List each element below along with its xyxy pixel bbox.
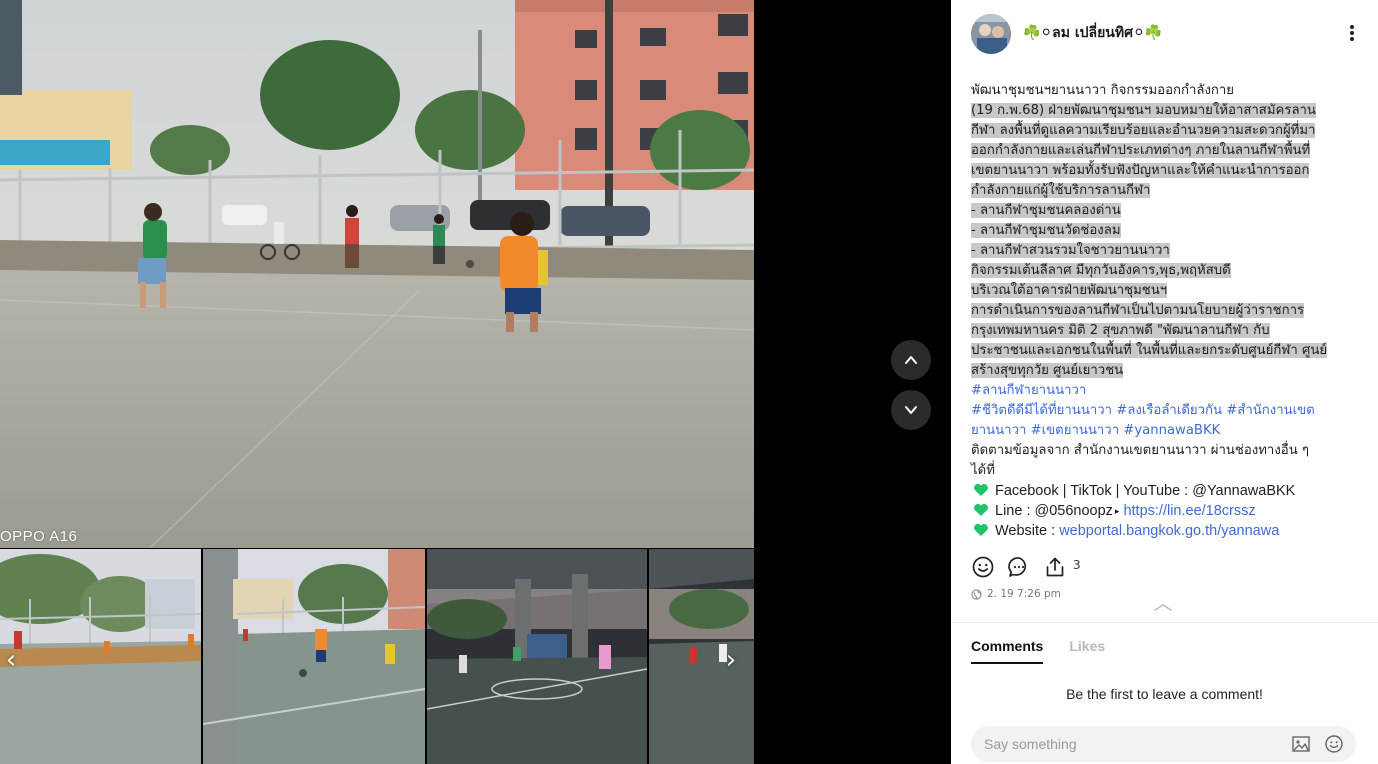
comment-tabs: Comments Likes [971,638,1131,664]
emoji-icon[interactable] [1324,734,1344,754]
website-link[interactable]: webportal.bangkok.go.th/yannawa [1059,523,1279,539]
post-timestamp: 2. 19 7:26 pm [971,588,1061,600]
post-text: พัฒนาชุมชนฯยานนาวา กิจกรรมออกกำลังกาย (1… [971,81,1356,541]
line-contact: Line : @056noopz [995,503,1113,519]
thumbnail-prev-arrow[interactable]: ‹ [0,645,22,675]
comment-composer [971,726,1356,762]
collapse-caret-icon[interactable] [1153,602,1173,612]
post-line: - ลานกีฬาสวนรวมใจชาวยานนาวา [971,243,1170,258]
chevron-up-icon [905,356,917,364]
post-line: การดำเนินการของลานกีฬาเป็นไปตามนโยบายผู้… [971,303,1305,318]
hashtag-link[interactable]: #ชีวิตดีดีมีได้ที่ยานนาวา [971,403,1112,418]
main-photo[interactable]: OPPO A16 [0,0,754,548]
post-line: ประชาชนและเอกชนในพื้นที่ ในพื้นที่และยกร… [971,343,1328,358]
hashtag-link[interactable]: #ลงเรือลำเดียวกัน [1116,403,1222,418]
green-heart-icon [974,484,988,496]
photo-viewer: OPPO A16 ‹ › [0,0,951,764]
share-count: 3 [1073,558,1081,572]
more-dot-icon [1350,25,1354,29]
comment-input[interactable] [971,726,1281,762]
react-emoji-icon[interactable] [971,555,995,579]
image-upload-icon[interactable] [1291,734,1311,754]
post-line: กำลังกายแก่ผู้ใช้บริการลานกีฬา [971,183,1151,198]
avatar[interactable] [971,14,1011,54]
thumbnail-next-arrow[interactable]: › [720,645,742,675]
hashtag-link[interactable]: ยานนาวา [971,423,1026,438]
follow-text: ได้ที่ [971,463,995,478]
post-line: (19 ก.พ.68) ฝ่ายพัฒนาชุมชนฯ มอบหมายให้อา… [971,103,1316,118]
empty-comments-message: Be the first to leave a comment! [1066,686,1263,702]
hashtag-link[interactable]: #สำนักงานเขต [1226,403,1314,418]
social-contacts: Facebook | TikTok | YouTube : @YannawaBK… [995,483,1296,499]
post-line: กิจกรรมเต้นลีลาศ มีทุกวันอังคาร,พุธ,พฤหั… [971,263,1231,278]
more-options-button[interactable] [1344,22,1360,44]
comment-icon[interactable] [1007,555,1031,579]
post-line: สร้างสุขทุกวัย ศูนย์เยาวชน [971,363,1124,378]
green-heart-icon [974,524,988,536]
post-line: - ลานกีฬาชุมชนคลองด่าน [971,203,1121,218]
line-link[interactable]: https://lin.ee/18crssz [1123,503,1255,519]
previous-post-button[interactable] [891,340,931,380]
post-line: กีฬา ลงพื้นที่ดูแลความเรียบร้อยและอำนวยค… [971,123,1316,138]
post-panel: ☘️⚪ลม เปลี่ยนทิศ⚪☘️ พัฒนาชุมชนฯยานนาวา ก… [951,0,1378,764]
post-line: เขตยานนาวา พร้อมทั้งรับฟังปัญหาและให้คำแ… [971,163,1310,178]
next-post-button[interactable] [891,390,931,430]
thumbnail-3[interactable] [427,549,647,764]
hashtag-link[interactable]: #yannawaBKK [1123,423,1220,438]
hashtag-link[interactable]: #เขตยานนาวา [1031,423,1120,438]
author-name[interactable]: ☘️⚪ลม เปลี่ยนทิศ⚪☘️ [1023,22,1162,44]
post-line: กรุงเทพมหานคร มิติ 2 สุขภาพดี "พัฒนาลานก… [971,323,1270,338]
green-heart-icon [974,504,988,516]
thumbnail-1[interactable] [0,549,201,764]
post-header: ☘️⚪ลม เปลี่ยนทิศ⚪☘️ [951,0,1378,66]
post-title: พัฒนาชุมชนฯยานนาวา กิจกรรมออกกำลังกาย [971,83,1235,98]
hashtag-link[interactable]: #ลานกีฬายานนาวา [971,383,1086,398]
caret-right-icon: ▸ [1114,506,1120,516]
camera-watermark: OPPO A16 [0,528,78,545]
thumbnail-strip [0,549,754,764]
post-line: บริเวณใต้อาคารฝ่ายพัฒนาชุมชนฯ [971,283,1168,298]
section-divider [951,622,1378,623]
website-label: Website : [995,523,1060,539]
thumbnail-2[interactable] [203,549,425,764]
more-dot-icon [1350,37,1354,41]
follow-text: ติดตามข้อมูลจาก สำนักงานเขตยานนาวา ผ่านช… [971,443,1309,458]
timestamp-text: 2. 19 7:26 pm [987,588,1061,600]
more-dot-icon [1350,31,1354,35]
globe-icon [971,588,982,600]
post-actions: 3 [971,555,1081,579]
post-line: ออกกำลังกายและเล่นกีฬาประเภทต่างๆ ภายในล… [971,143,1311,158]
share-icon[interactable] [1043,555,1067,579]
tab-comments[interactable]: Comments [971,638,1044,664]
app-root: OPPO A16 ‹ › ☘️⚪ลม เปลี่ยนทิศ⚪☘️ พัฒนาชุ… [0,0,1378,764]
post-line: - ลานกีฬาชุมชนวัดช่องลม [971,223,1121,238]
tab-likes[interactable]: Likes [1069,638,1105,664]
chevron-down-icon [905,406,917,414]
